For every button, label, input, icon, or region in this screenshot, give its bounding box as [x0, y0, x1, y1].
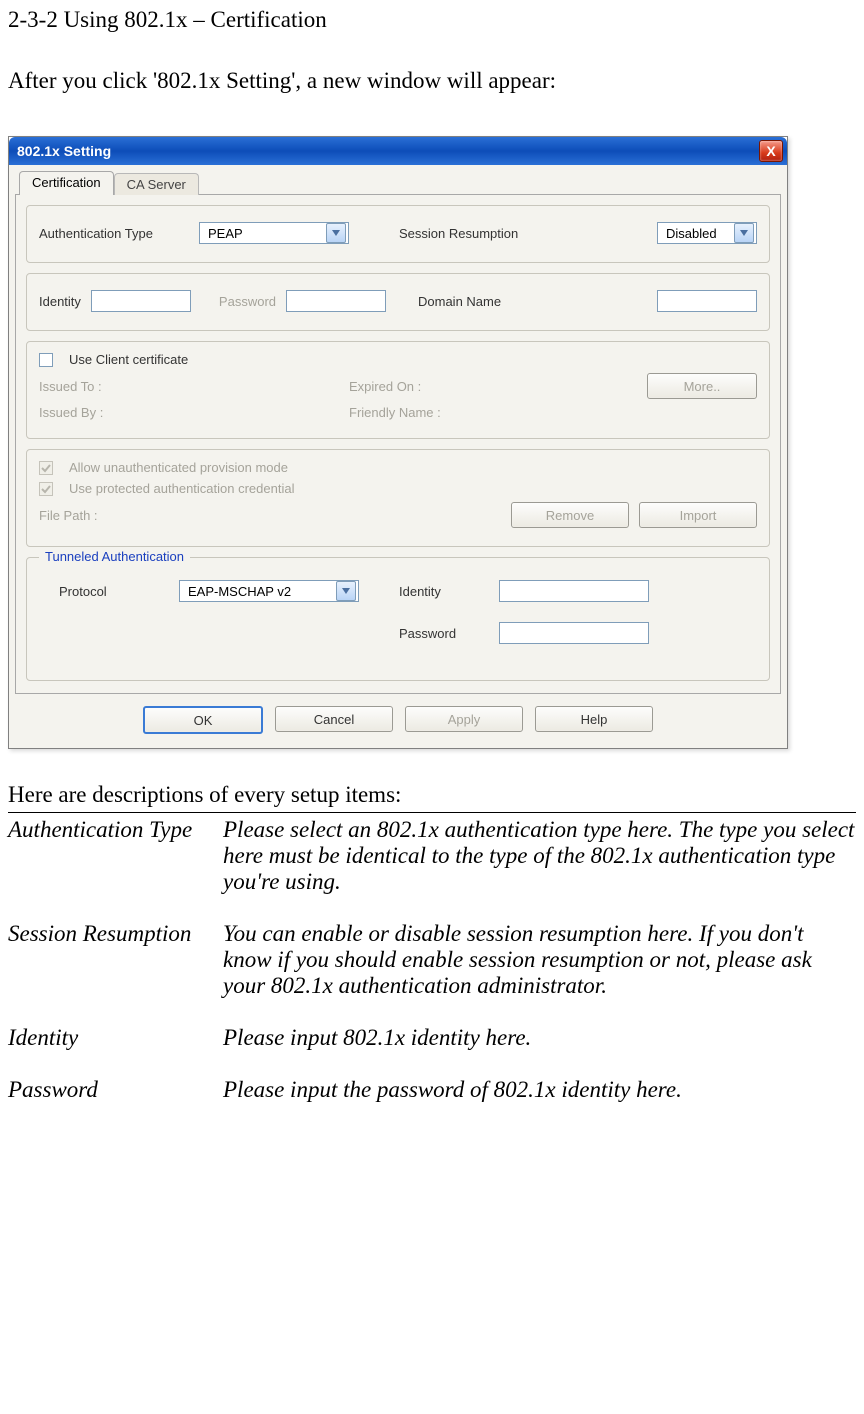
session-resumption-value: Disabled — [662, 226, 721, 241]
help-button[interactable]: Help — [535, 706, 653, 732]
chevron-down-icon — [326, 223, 346, 243]
section-heading: 2-3-2 Using 802.1x – Certification — [8, 4, 856, 35]
session-resumption-label: Session Resumption — [399, 226, 518, 241]
table-row: Session Resumption You can enable or dis… — [8, 921, 856, 999]
identity-label: Identity — [39, 294, 81, 309]
check-icon — [41, 463, 51, 473]
protocol-label: Protocol — [59, 584, 169, 599]
use-client-cert-checkbox[interactable] — [39, 353, 53, 367]
check-icon — [41, 484, 51, 494]
provision-block: Allow unauthenticated provision mode Use… — [26, 449, 770, 547]
remove-button[interactable]: Remove — [511, 502, 629, 528]
desc-term: Password — [8, 1077, 223, 1103]
issued-to-label: Issued To : — [39, 379, 339, 394]
identity-block: Identity Password Domain Name — [26, 273, 770, 331]
tab-page-certification: Authentication Type PEAP Session Resumpt… — [15, 194, 781, 694]
table-row: Authentication Type Please select an 802… — [8, 817, 856, 895]
auth-type-value: PEAP — [204, 226, 247, 241]
allow-unauth-checkbox — [39, 461, 53, 475]
tunnel-password-input[interactable] — [499, 622, 649, 644]
desc-text: Please input the password of 802.1x iden… — [223, 1077, 856, 1103]
cancel-button[interactable]: Cancel — [275, 706, 393, 732]
dialog-button-row: OK Cancel Apply Help — [9, 696, 787, 748]
issued-by-label: Issued By : — [39, 405, 339, 420]
protocol-select[interactable]: EAP-MSCHAP v2 — [179, 580, 359, 602]
table-row: Password Please input the password of 80… — [8, 1077, 856, 1103]
tab-ca-server[interactable]: CA Server — [114, 173, 199, 195]
use-protected-checkbox — [39, 482, 53, 496]
auth-block: Authentication Type PEAP Session Resumpt… — [26, 205, 770, 263]
client-cert-block: Use Client certificate Issued To : Expir… — [26, 341, 770, 439]
domain-name-label: Domain Name — [418, 294, 501, 309]
ok-button[interactable]: OK — [143, 706, 263, 734]
use-client-cert-label: Use Client certificate — [69, 352, 188, 367]
apply-button[interactable]: Apply — [405, 706, 523, 732]
desc-text: Please input 802.1x identity here. — [223, 1025, 856, 1051]
tab-certification[interactable]: Certification — [19, 171, 114, 195]
desc-term: Identity — [8, 1025, 223, 1051]
desc-text: Please select an 802.1x authentication t… — [223, 817, 856, 895]
desc-text: You can enable or disable session resump… — [223, 921, 856, 999]
close-button[interactable]: X — [759, 140, 783, 162]
tab-strip: Certification CA Server — [15, 171, 781, 195]
dialog-body: Certification CA Server Authentication T… — [9, 165, 787, 696]
import-button[interactable]: Import — [639, 502, 757, 528]
tunnel-identity-input[interactable] — [499, 580, 649, 602]
tunnel-password-label: Password — [399, 626, 489, 641]
domain-name-input[interactable] — [657, 290, 757, 312]
close-icon: X — [766, 143, 775, 159]
descriptions-intro: Here are descriptions of every setup ite… — [8, 779, 856, 810]
file-path-label: File Path : — [39, 508, 501, 523]
title-bar: 802.1x Setting X — [9, 137, 787, 165]
intro-paragraph: After you click '802.1x Setting', a new … — [8, 65, 856, 96]
dialog-802-1x-setting: 802.1x Setting X Certification CA Server… — [8, 136, 788, 749]
chevron-down-icon — [734, 223, 754, 243]
auth-type-select[interactable]: PEAP — [199, 222, 349, 244]
friendly-name-label: Friendly Name : — [349, 405, 441, 420]
auth-type-label: Authentication Type — [39, 226, 189, 241]
desc-term: Authentication Type — [8, 817, 223, 895]
identity-input[interactable] — [91, 290, 191, 312]
table-row: Identity Please input 802.1x identity he… — [8, 1025, 856, 1051]
tunneled-auth-block: Tunneled Authentication Protocol EAP-MSC… — [26, 557, 770, 681]
window-title: 802.1x Setting — [17, 143, 111, 159]
allow-unauth-label: Allow unauthenticated provision mode — [69, 460, 288, 475]
divider — [8, 812, 856, 813]
session-resumption-select[interactable]: Disabled — [657, 222, 757, 244]
chevron-down-icon — [336, 581, 356, 601]
password-input[interactable] — [286, 290, 386, 312]
descriptions-table: Authentication Type Please select an 802… — [8, 817, 856, 1103]
desc-term: Session Resumption — [8, 921, 223, 999]
protocol-value: EAP-MSCHAP v2 — [184, 584, 295, 599]
use-protected-label: Use protected authentication credential — [69, 481, 294, 496]
more-button[interactable]: More.. — [647, 373, 757, 399]
tunneled-auth-legend: Tunneled Authentication — [39, 549, 190, 564]
password-label: Password — [219, 294, 276, 309]
expired-on-label: Expired On : — [349, 379, 637, 394]
tunnel-identity-label: Identity — [399, 584, 489, 599]
